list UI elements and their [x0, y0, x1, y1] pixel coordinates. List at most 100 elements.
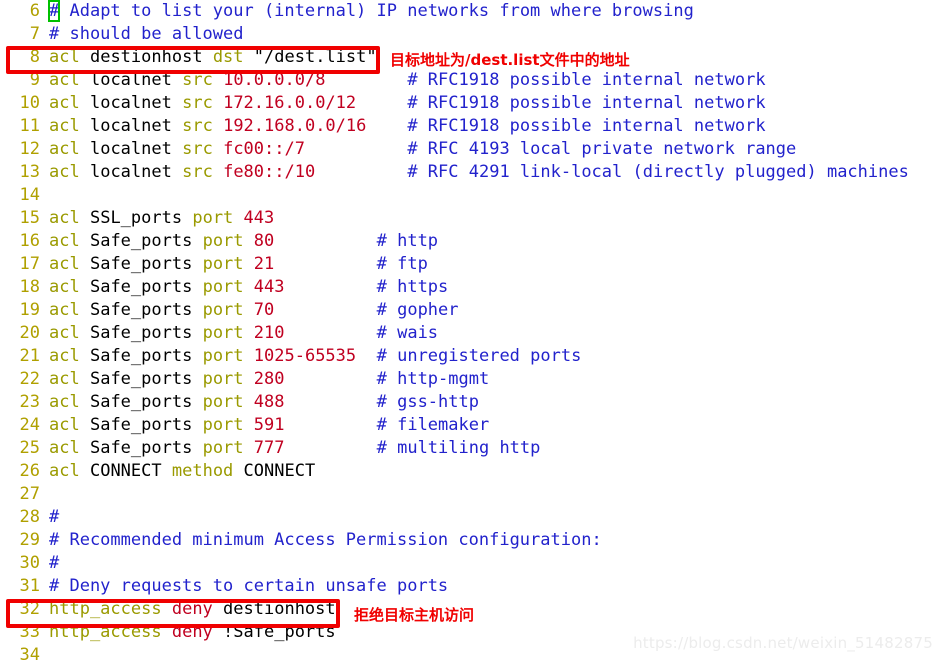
acl-value-port: 280: [253, 369, 285, 389]
directive-acl: acl: [49, 70, 80, 90]
comment-text: # https: [376, 277, 449, 297]
code-line[interactable]: 24 acl Safe_ports port 591 # filemaker: [0, 414, 941, 437]
code-line-text: #: [40, 506, 59, 529]
code-line[interactable]: 27: [0, 483, 941, 506]
acl-value-port: 1025-65535: [253, 346, 357, 366]
code-line-text: acl Safe_ports port 443 # https: [40, 276, 448, 299]
acl-name: Safe_ports: [89, 369, 193, 389]
bracket-match-hash: #: [47, 0, 61, 22]
line-number: 26: [19, 461, 40, 481]
code-line[interactable]: 30 #: [0, 552, 941, 575]
code-line-text: acl Safe_ports port 1025-65535 # unregis…: [40, 345, 581, 368]
comment-text: # RFC 4291 link-local (directly plugged)…: [407, 162, 909, 182]
directive-acl: acl: [49, 415, 80, 435]
acl-type-port: port: [202, 438, 244, 458]
code-line[interactable]: 6 # Adapt to list your (internal) IP netw…: [0, 0, 941, 23]
comment-text: # Recommended minimum Access Permission …: [49, 530, 602, 550]
code-line[interactable]: 21 acl Safe_ports port 1025-65535 # unreg…: [0, 345, 941, 368]
code-line[interactable]: 25 acl Safe_ports port 777 # multiling ht…: [0, 437, 941, 460]
line-number: 15: [19, 208, 40, 228]
acl-ref: !Safe_ports: [223, 622, 336, 642]
code-line[interactable]: 16 acl Safe_ports port 80 # http: [0, 230, 941, 253]
code-line[interactable]: 20 acl Safe_ports port 210 # wais: [0, 322, 941, 345]
code-line[interactable]: 28 #: [0, 506, 941, 529]
acl-type-src: src: [182, 139, 213, 159]
pad: [285, 415, 377, 435]
comment-text: # wais: [376, 323, 439, 343]
comment-text: # http-mgmt: [376, 369, 490, 389]
code-line[interactable]: 12 acl localnet src fc00::/7 # RFC 4193 l…: [0, 138, 941, 161]
comment-text: # RFC1918 possible internal network: [407, 93, 766, 113]
code-line[interactable]: 23 acl Safe_ports port 488 # gss-http: [0, 391, 941, 414]
code-line[interactable]: 17 acl Safe_ports port 21 # ftp: [0, 253, 941, 276]
code-line[interactable]: 31 # Deny requests to certain unsafe port…: [0, 575, 941, 598]
code-viewer[interactable]: 6 # Adapt to list your (internal) IP netw…: [0, 0, 941, 672]
line-number: 20: [19, 323, 40, 343]
acl-value-port: 488: [253, 392, 285, 412]
code-line-text: acl Safe_ports port 777 # multiling http: [40, 437, 540, 460]
comment-text: # filemaker: [376, 415, 490, 435]
comment-text: # should be allowed: [49, 24, 244, 44]
code-line-text: http_access deny destionhost: [40, 598, 336, 621]
directive-acl: acl: [49, 47, 80, 67]
code-line[interactable]: 15 acl SSL_ports port 443: [0, 207, 941, 230]
code-line[interactable]: 13 acl localnet src fe80::/10 # RFC 4291 …: [0, 161, 941, 184]
code-line[interactable]: 11 acl localnet src 192.168.0.0/16 # RFC1…: [0, 115, 941, 138]
acl-value-port: 210: [253, 323, 285, 343]
acl-name: Safe_ports: [89, 438, 193, 458]
acl-type-port: port: [202, 231, 244, 251]
code-line-text: acl CONNECT method CONNECT: [40, 460, 315, 483]
code-line[interactable]: 26 acl CONNECT method CONNECT: [0, 460, 941, 483]
code-line[interactable]: 22 acl Safe_ports port 280 # http-mgmt: [0, 368, 941, 391]
code-line-text: acl Safe_ports port 591 # filemaker: [40, 414, 489, 437]
code-line-text: acl Safe_ports port 210 # wais: [40, 322, 438, 345]
code-line[interactable]: 10 acl localnet src 172.16.0.0/12 # RFC19…: [0, 92, 941, 115]
acl-name: destionhost: [89, 47, 203, 67]
acl-value-port: 591: [253, 415, 285, 435]
code-line[interactable]: 29 # Recommended minimum Access Permissio…: [0, 529, 941, 552]
pad: [285, 392, 377, 412]
code-line[interactable]: 9 acl localnet src 10.0.0.0/8 # RFC1918 p…: [0, 69, 941, 92]
acl-type-port: port: [202, 277, 244, 297]
acl-value-port: 80: [253, 231, 275, 251]
pad: [274, 231, 376, 251]
comment-text: # gss-http: [376, 392, 479, 412]
directive-acl: acl: [49, 392, 80, 412]
line-number: 21: [19, 346, 40, 366]
code-line-text: http_access deny !Safe_ports: [40, 621, 336, 644]
line-number: 25: [19, 438, 40, 458]
line-number: 28: [19, 507, 40, 527]
code-line[interactable]: 19 acl Safe_ports port 70 # gopher: [0, 299, 941, 322]
directive-acl: acl: [49, 277, 80, 297]
comment-text: # Deny requests to certain unsafe ports: [49, 576, 449, 596]
comment-text: # ftp: [376, 254, 428, 274]
code-line[interactable]: 7 # should be allowed: [0, 23, 941, 46]
code-line[interactable]: 14: [0, 184, 941, 207]
acl-type-method: method: [171, 461, 234, 481]
code-line-text: acl Safe_ports port 80 # http: [40, 230, 438, 253]
code-line[interactable]: 18 acl Safe_ports port 443 # https: [0, 276, 941, 299]
